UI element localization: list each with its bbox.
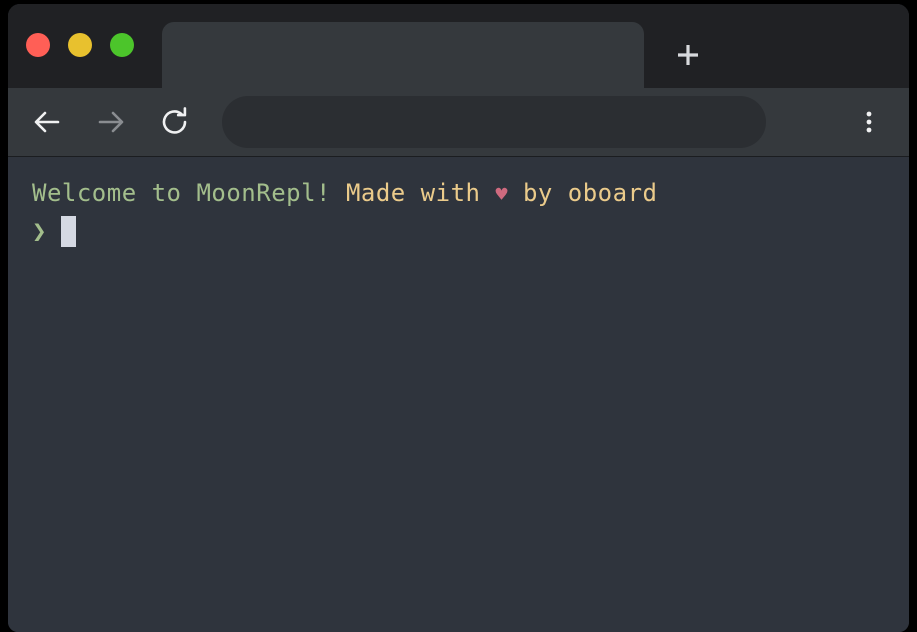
- plus-icon: [673, 40, 703, 70]
- welcome-line: Welcome to MoonRepl! Made with ♥ by oboa…: [32, 175, 909, 213]
- reload-button[interactable]: [153, 100, 197, 144]
- tab-strip: [8, 4, 909, 88]
- traffic-light-group: [26, 33, 134, 57]
- new-tab-button[interactable]: [660, 32, 716, 78]
- repl-prompt-line[interactable]: ❯: [32, 213, 909, 250]
- reload-icon: [158, 105, 192, 139]
- welcome-spacer-2: [480, 179, 495, 207]
- repl-output-area[interactable]: Welcome to MoonRepl! Made with ♥ by oboa…: [8, 157, 909, 632]
- arrow-left-icon: [30, 105, 64, 139]
- browser-menu-button[interactable]: [847, 100, 891, 144]
- browser-tab-active[interactable]: [162, 22, 644, 88]
- arrow-right-icon: [94, 105, 128, 139]
- prompt-symbol: ❯: [32, 217, 47, 245]
- browser-toolbar: [8, 88, 909, 157]
- heart-icon: ♥: [495, 182, 508, 206]
- welcome-spacer-1: [331, 179, 346, 207]
- address-bar[interactable]: [222, 96, 766, 148]
- kebab-menu-icon: [856, 109, 882, 135]
- welcome-made-with: Made with: [345, 179, 481, 207]
- welcome-spacer-3: [508, 179, 523, 207]
- maximize-window-button[interactable]: [110, 33, 134, 57]
- text-cursor: [60, 216, 76, 247]
- forward-button[interactable]: [89, 100, 133, 144]
- close-window-button[interactable]: [26, 33, 50, 57]
- welcome-credit: by oboard: [522, 179, 658, 207]
- browser-window: Welcome to MoonRepl! Made with ♥ by oboa…: [0, 0, 917, 632]
- back-button[interactable]: [25, 100, 69, 144]
- window-inner: Welcome to MoonRepl! Made with ♥ by oboa…: [8, 4, 909, 632]
- minimize-window-button[interactable]: [68, 33, 92, 57]
- welcome-greeting: Welcome to MoonRepl!: [32, 179, 331, 207]
